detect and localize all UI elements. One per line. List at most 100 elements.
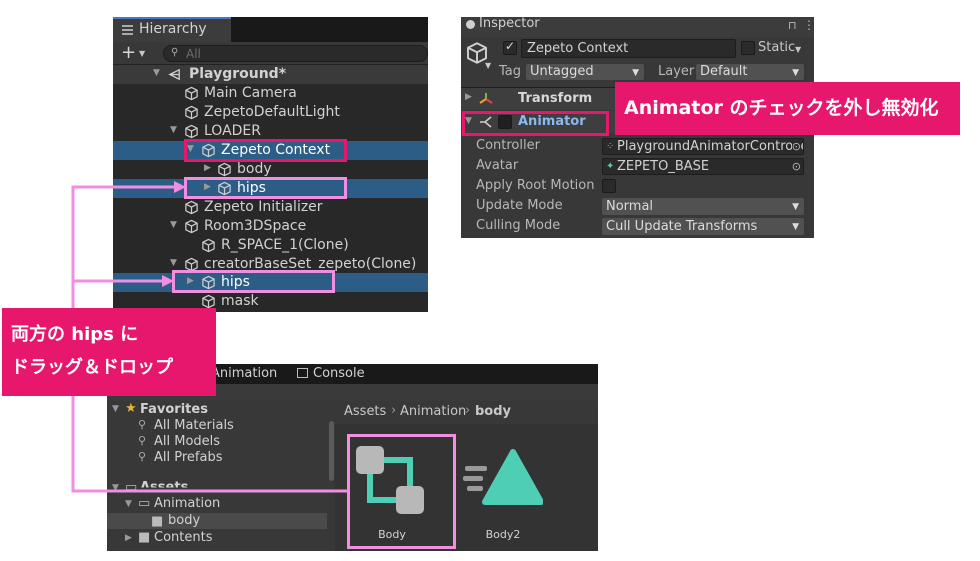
folder-animation[interactable]: Animation [154, 496, 220, 511]
animator-enabled-checkbox[interactable] [498, 115, 512, 129]
hierarchy-item-label: creatorBaseSet_zepeto(Clone) [204, 256, 417, 272]
expand-arrow-icon[interactable]: ▼ [170, 258, 177, 268]
assets-label[interactable]: Assets [140, 480, 188, 488]
hierarchy-item[interactable]: ▶ body [113, 160, 428, 179]
hierarchy-item-label: Zepeto Context [221, 142, 331, 158]
hierarchy-item-label: hips [237, 180, 266, 196]
tab-animation[interactable]: Animation [211, 366, 277, 381]
controller-field[interactable]: ⁘ PlaygroundAnimatorControlle ⊙ [602, 138, 804, 155]
asset-label: Body2 [485, 528, 521, 541]
expand-arrow-icon[interactable]: ▼ [187, 144, 194, 154]
hierarchy-item-label: LOADER [204, 123, 262, 139]
project-folder-tree: ▼ ★ Favorites ⚲ All Materials ⚲ All Mode… [107, 401, 335, 551]
list-icon [122, 25, 133, 35]
tab-console[interactable]: Console [313, 366, 365, 381]
hierarchy-item[interactable]: R_SPACE_1(Clone) [113, 236, 428, 255]
hierarchy-item-selected[interactable]: ▼ Zepeto Context [113, 141, 428, 160]
layer-label: Layer [658, 64, 695, 79]
expand-arrow-icon[interactable]: ▼ [170, 220, 177, 230]
drag-callout: 両方の hips に ドラッグ＆ドロップ [2, 308, 216, 396]
chevron-down-icon: ▼ [792, 68, 799, 78]
asset-tile[interactable]: Body [347, 434, 447, 544]
avatar-field[interactable]: ✦ ZEPETO_BASE ⊙ [602, 158, 804, 175]
more-options-icon[interactable]: ⋮ [803, 18, 814, 32]
apply-root-motion-label: Apply Root Motion [476, 178, 595, 193]
transform-label: Transform [518, 91, 593, 106]
expand-arrow-icon[interactable]: ▼ [153, 68, 160, 78]
gameobject-name-input[interactable]: Zepeto Context [521, 39, 736, 58]
add-icon[interactable]: + [121, 42, 136, 63]
avatar-value: ZEPETO_BASE [617, 159, 710, 174]
search-icon: ⚲ [138, 418, 147, 431]
gameobject-icon [201, 238, 216, 253]
favorite-item[interactable]: All Models [154, 434, 220, 449]
folder-icon: ■ [151, 514, 164, 529]
apply-root-motion-checkbox[interactable] [602, 179, 616, 193]
favorites-label[interactable]: Favorites [140, 402, 208, 417]
breadcrumb-item[interactable]: Animation [400, 404, 466, 419]
hierarchy-item-label: mask [221, 293, 259, 309]
scrollbar[interactable] [329, 421, 334, 481]
expand-arrow-icon[interactable]: ▼ [170, 125, 177, 135]
collapse-arrow-icon[interactable]: ▶ [204, 163, 211, 173]
culling-mode-dropdown[interactable]: Cull Update Transforms ▼ [602, 218, 804, 235]
expand-arrow-icon[interactable]: ▼ [465, 116, 472, 126]
gameobject-icon [217, 162, 232, 177]
animation-clip-icon [463, 449, 543, 505]
layer-dropdown[interactable]: Default ▼ [696, 64, 804, 80]
hierarchy-item[interactable]: ▼ creatorBaseSet_zepeto(Clone) [113, 255, 428, 274]
controller-label: Controller [476, 138, 540, 153]
scene-name: Playground* [189, 66, 287, 82]
hierarchy-item[interactable]: Main Camera [113, 84, 428, 103]
chevron-down-icon: ▼ [792, 222, 799, 232]
tag-dropdown[interactable]: Untagged ▼ [526, 64, 644, 80]
expand-arrow-icon[interactable]: ▼ [112, 483, 119, 493]
tag-label: Tag [499, 64, 522, 79]
hierarchy-item-label: hips [221, 274, 250, 290]
search-icon: ⚲ [138, 450, 147, 463]
star-icon: ★ [125, 401, 137, 416]
hierarchy-item[interactable]: ▼ Room3DSpace [113, 217, 428, 236]
scene-row[interactable]: ▼ Playground* [113, 65, 428, 84]
expand-arrow-icon[interactable]: ▼ [125, 499, 132, 509]
collapse-arrow-icon[interactable]: ▶ [187, 276, 194, 286]
hierarchy-item-label: Main Camera [204, 85, 297, 101]
collapse-arrow-icon[interactable]: ▶ [204, 182, 211, 192]
gameobject-icon [201, 143, 216, 158]
search-icon: ⚲ [171, 47, 179, 58]
tab-hierarchy[interactable]: Hierarchy [113, 17, 231, 42]
breadcrumb-item[interactable]: Assets [344, 404, 386, 419]
hierarchy-item-selected[interactable]: ▶ hips [113, 273, 428, 292]
hierarchy-item-selected[interactable]: ▶ hips [113, 179, 428, 198]
static-label: Static [758, 40, 796, 55]
animator-controller-icon [356, 446, 424, 514]
tab-inspector-label: Inspector [479, 17, 540, 31]
hierarchy-item[interactable]: ▼ LOADER [113, 122, 428, 141]
icon-dropdown-chevron-icon[interactable]: ▼ [485, 61, 491, 70]
hierarchy-item[interactable]: ZepetoDefaultLight [113, 103, 428, 122]
search-placeholder: All [186, 47, 201, 61]
static-checkbox[interactable] [741, 41, 755, 55]
animator-icon [480, 116, 492, 128]
favorite-item[interactable]: All Materials [154, 418, 234, 433]
expand-arrow-icon[interactable]: ▼ [112, 404, 119, 414]
chevron-down-icon: ▼ [792, 202, 799, 212]
folder-contents[interactable]: Contents [154, 530, 212, 545]
add-dropdown-chevron-icon[interactable]: ▼ [139, 49, 145, 58]
collapse-arrow-icon[interactable]: ▶ [465, 92, 472, 102]
hierarchy-search-input[interactable]: ⚲ All [163, 45, 428, 62]
collapse-arrow-icon[interactable]: ▶ [125, 533, 132, 543]
asset-tile[interactable]: Body2 [453, 434, 553, 544]
favorite-item[interactable]: All Prefabs [154, 450, 223, 465]
static-dropdown-chevron-icon[interactable]: ▼ [795, 45, 801, 54]
hierarchy-item-label: Room3DSpace [204, 218, 307, 234]
console-icon [297, 368, 308, 378]
gameobject-active-checkbox[interactable]: ✓ [503, 39, 517, 55]
object-picker-icon[interactable]: ⊙ [791, 139, 801, 154]
object-picker-icon[interactable]: ⊙ [791, 159, 801, 174]
folder-body-selected[interactable]: ■ body [107, 513, 327, 529]
update-mode-dropdown[interactable]: Normal ▼ [602, 198, 804, 215]
search-icon: ⚲ [138, 434, 147, 447]
hierarchy-item[interactable]: Zepeto Initializer [113, 198, 428, 217]
lock-icon[interactable]: ⊓ [788, 19, 797, 32]
